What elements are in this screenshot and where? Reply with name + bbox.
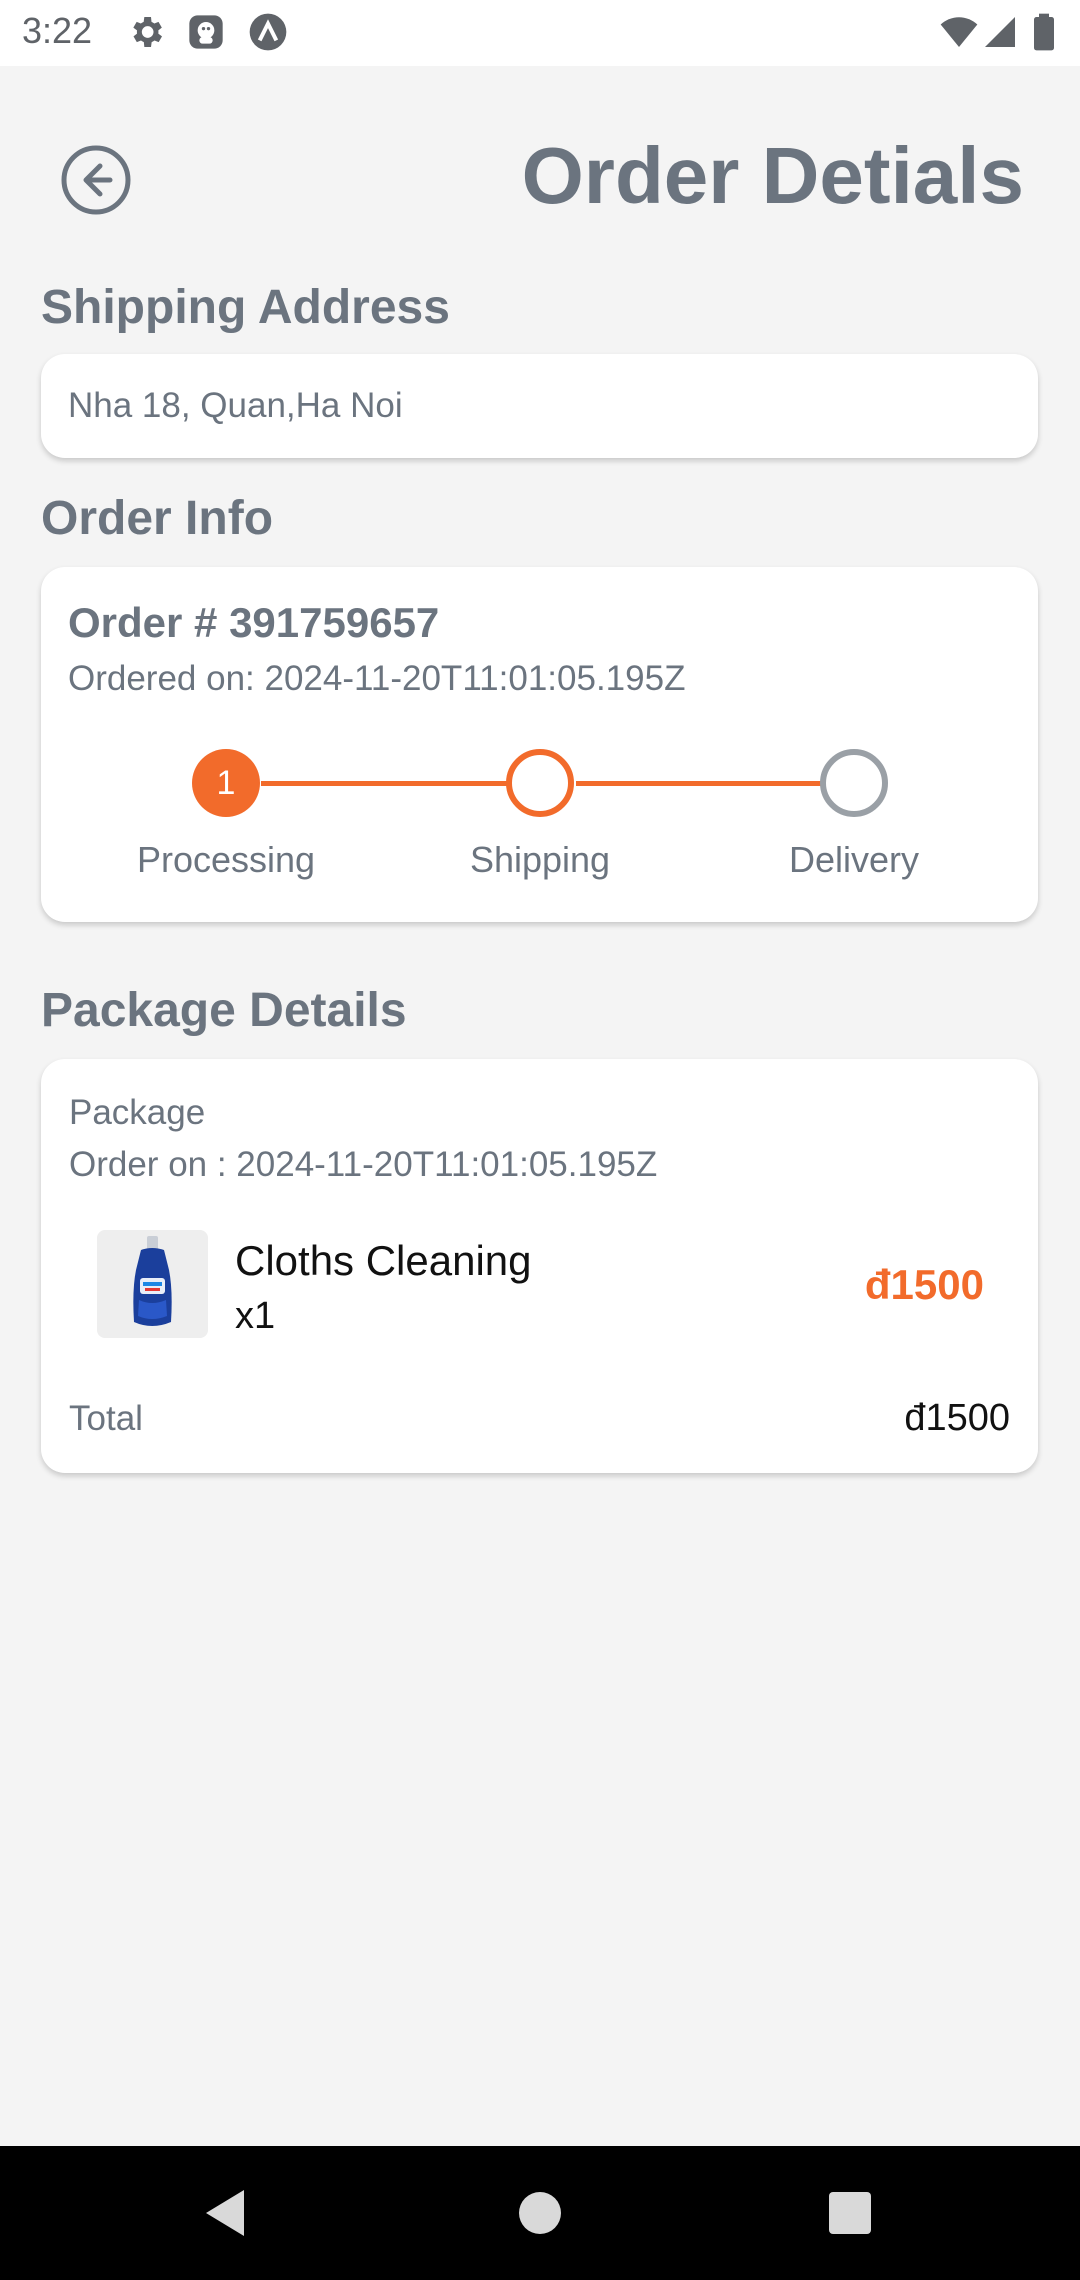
package-section-title: Package Details bbox=[41, 984, 407, 1037]
order-info-card: Order # 391759657 Ordered on: 2024-11-20… bbox=[41, 567, 1038, 922]
status-time: 3:22 bbox=[22, 10, 93, 51]
step-label-delivery: Delivery bbox=[788, 839, 920, 880]
gear-icon bbox=[133, 17, 162, 47]
nav-recents-button[interactable] bbox=[819, 2182, 881, 2244]
nav-home-button[interactable] bbox=[509, 2182, 571, 2244]
cell-signal-icon bbox=[985, 17, 1015, 47]
system-nav-bar bbox=[0, 2146, 1080, 2280]
package-ordered-on: Order on : 2024-11-20T11:01:05.195Z bbox=[69, 1145, 658, 1184]
nav-back-button[interactable] bbox=[196, 2182, 258, 2244]
product-price: đ1500 bbox=[864, 1261, 984, 1308]
shipping-section-title: Shipping Address bbox=[41, 281, 450, 334]
recents-square-icon bbox=[829, 2192, 871, 2234]
back-button[interactable] bbox=[60, 144, 132, 216]
home-circle-icon bbox=[519, 2192, 561, 2234]
shipping-address-card: Nha 18, Quan,Ha Noi bbox=[41, 354, 1038, 458]
order-number: Order # 391759657 bbox=[68, 599, 440, 646]
step-marker-shipping bbox=[506, 749, 574, 817]
wifi-icon bbox=[940, 17, 978, 47]
step-connector bbox=[576, 781, 837, 786]
total-label: Total bbox=[69, 1399, 143, 1438]
status-bar: 3:22 bbox=[0, 0, 1080, 66]
ordered-on-date: Ordered on: 2024-11-20T11:01:05.195Z bbox=[68, 659, 686, 698]
step-label-shipping: Shipping bbox=[469, 839, 611, 880]
step-label-processing: Processing bbox=[136, 839, 316, 880]
shipping-address-text: Nha 18, Quan,Ha Noi bbox=[68, 386, 403, 425]
step-marker-delivery bbox=[820, 749, 888, 817]
lambda-icon bbox=[249, 13, 287, 51]
step-connector bbox=[261, 781, 522, 786]
app-notification-icon bbox=[189, 15, 223, 49]
total-value: đ1500 bbox=[904, 1397, 1010, 1439]
product-quantity: x1 bbox=[235, 1295, 276, 1337]
back-triangle-icon bbox=[206, 2190, 244, 2236]
package-card: Package Order on : 2024-11-20T11:01:05.1… bbox=[41, 1059, 1038, 1473]
package-label: Package bbox=[69, 1093, 206, 1132]
battery-icon bbox=[1034, 13, 1054, 51]
product-image[interactable] bbox=[97, 1230, 208, 1338]
page-title: Order Detials bbox=[521, 131, 1024, 220]
order-info-section-title: Order Info bbox=[41, 492, 274, 545]
step-marker-processing: 1 bbox=[192, 749, 260, 817]
detergent-bottle-icon bbox=[133, 1236, 172, 1326]
product-name: Cloths Cleaning bbox=[235, 1237, 532, 1284]
arrow-left-circle-icon bbox=[61, 145, 131, 215]
